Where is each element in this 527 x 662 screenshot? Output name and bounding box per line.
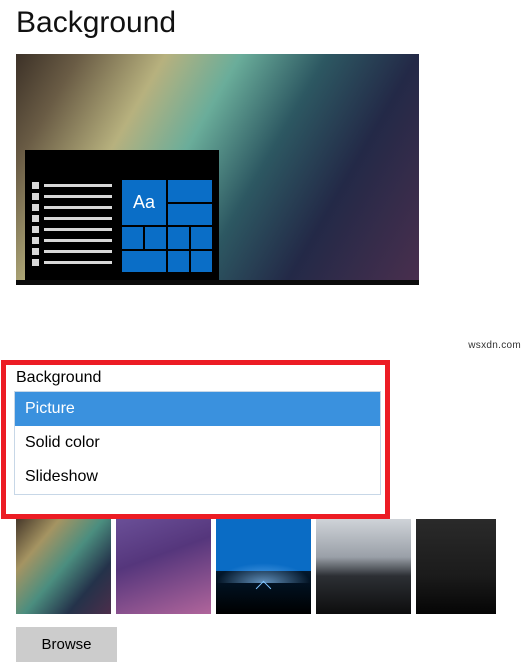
desktop-preview: Aa bbox=[16, 54, 419, 285]
page-title: Background bbox=[16, 6, 511, 40]
browse-button[interactable]: Browse bbox=[16, 627, 117, 662]
background-dropdown-highlight: Background Picture Solid color Slideshow bbox=[1, 360, 390, 519]
taskbar-mock bbox=[16, 280, 419, 285]
thumbnail-3[interactable] bbox=[216, 519, 311, 614]
thumbnail-5[interactable] bbox=[416, 519, 496, 614]
option-picture[interactable]: Picture bbox=[15, 392, 380, 426]
thumbnail-1[interactable] bbox=[16, 519, 111, 614]
start-menu-mock: Aa bbox=[25, 150, 219, 280]
watermark-text: wsxdn.com bbox=[468, 340, 521, 351]
option-solid-color[interactable]: Solid color bbox=[15, 426, 380, 460]
thumbnail-4[interactable] bbox=[316, 519, 411, 614]
background-dropdown-label: Background bbox=[16, 369, 385, 387]
option-slideshow[interactable]: Slideshow bbox=[15, 460, 380, 494]
background-dropdown[interactable]: Picture Solid color Slideshow bbox=[14, 391, 381, 495]
tile-sample-text: Aa bbox=[122, 180, 166, 225]
thumbnail-2[interactable] bbox=[116, 519, 211, 614]
recent-images-row bbox=[16, 519, 496, 614]
